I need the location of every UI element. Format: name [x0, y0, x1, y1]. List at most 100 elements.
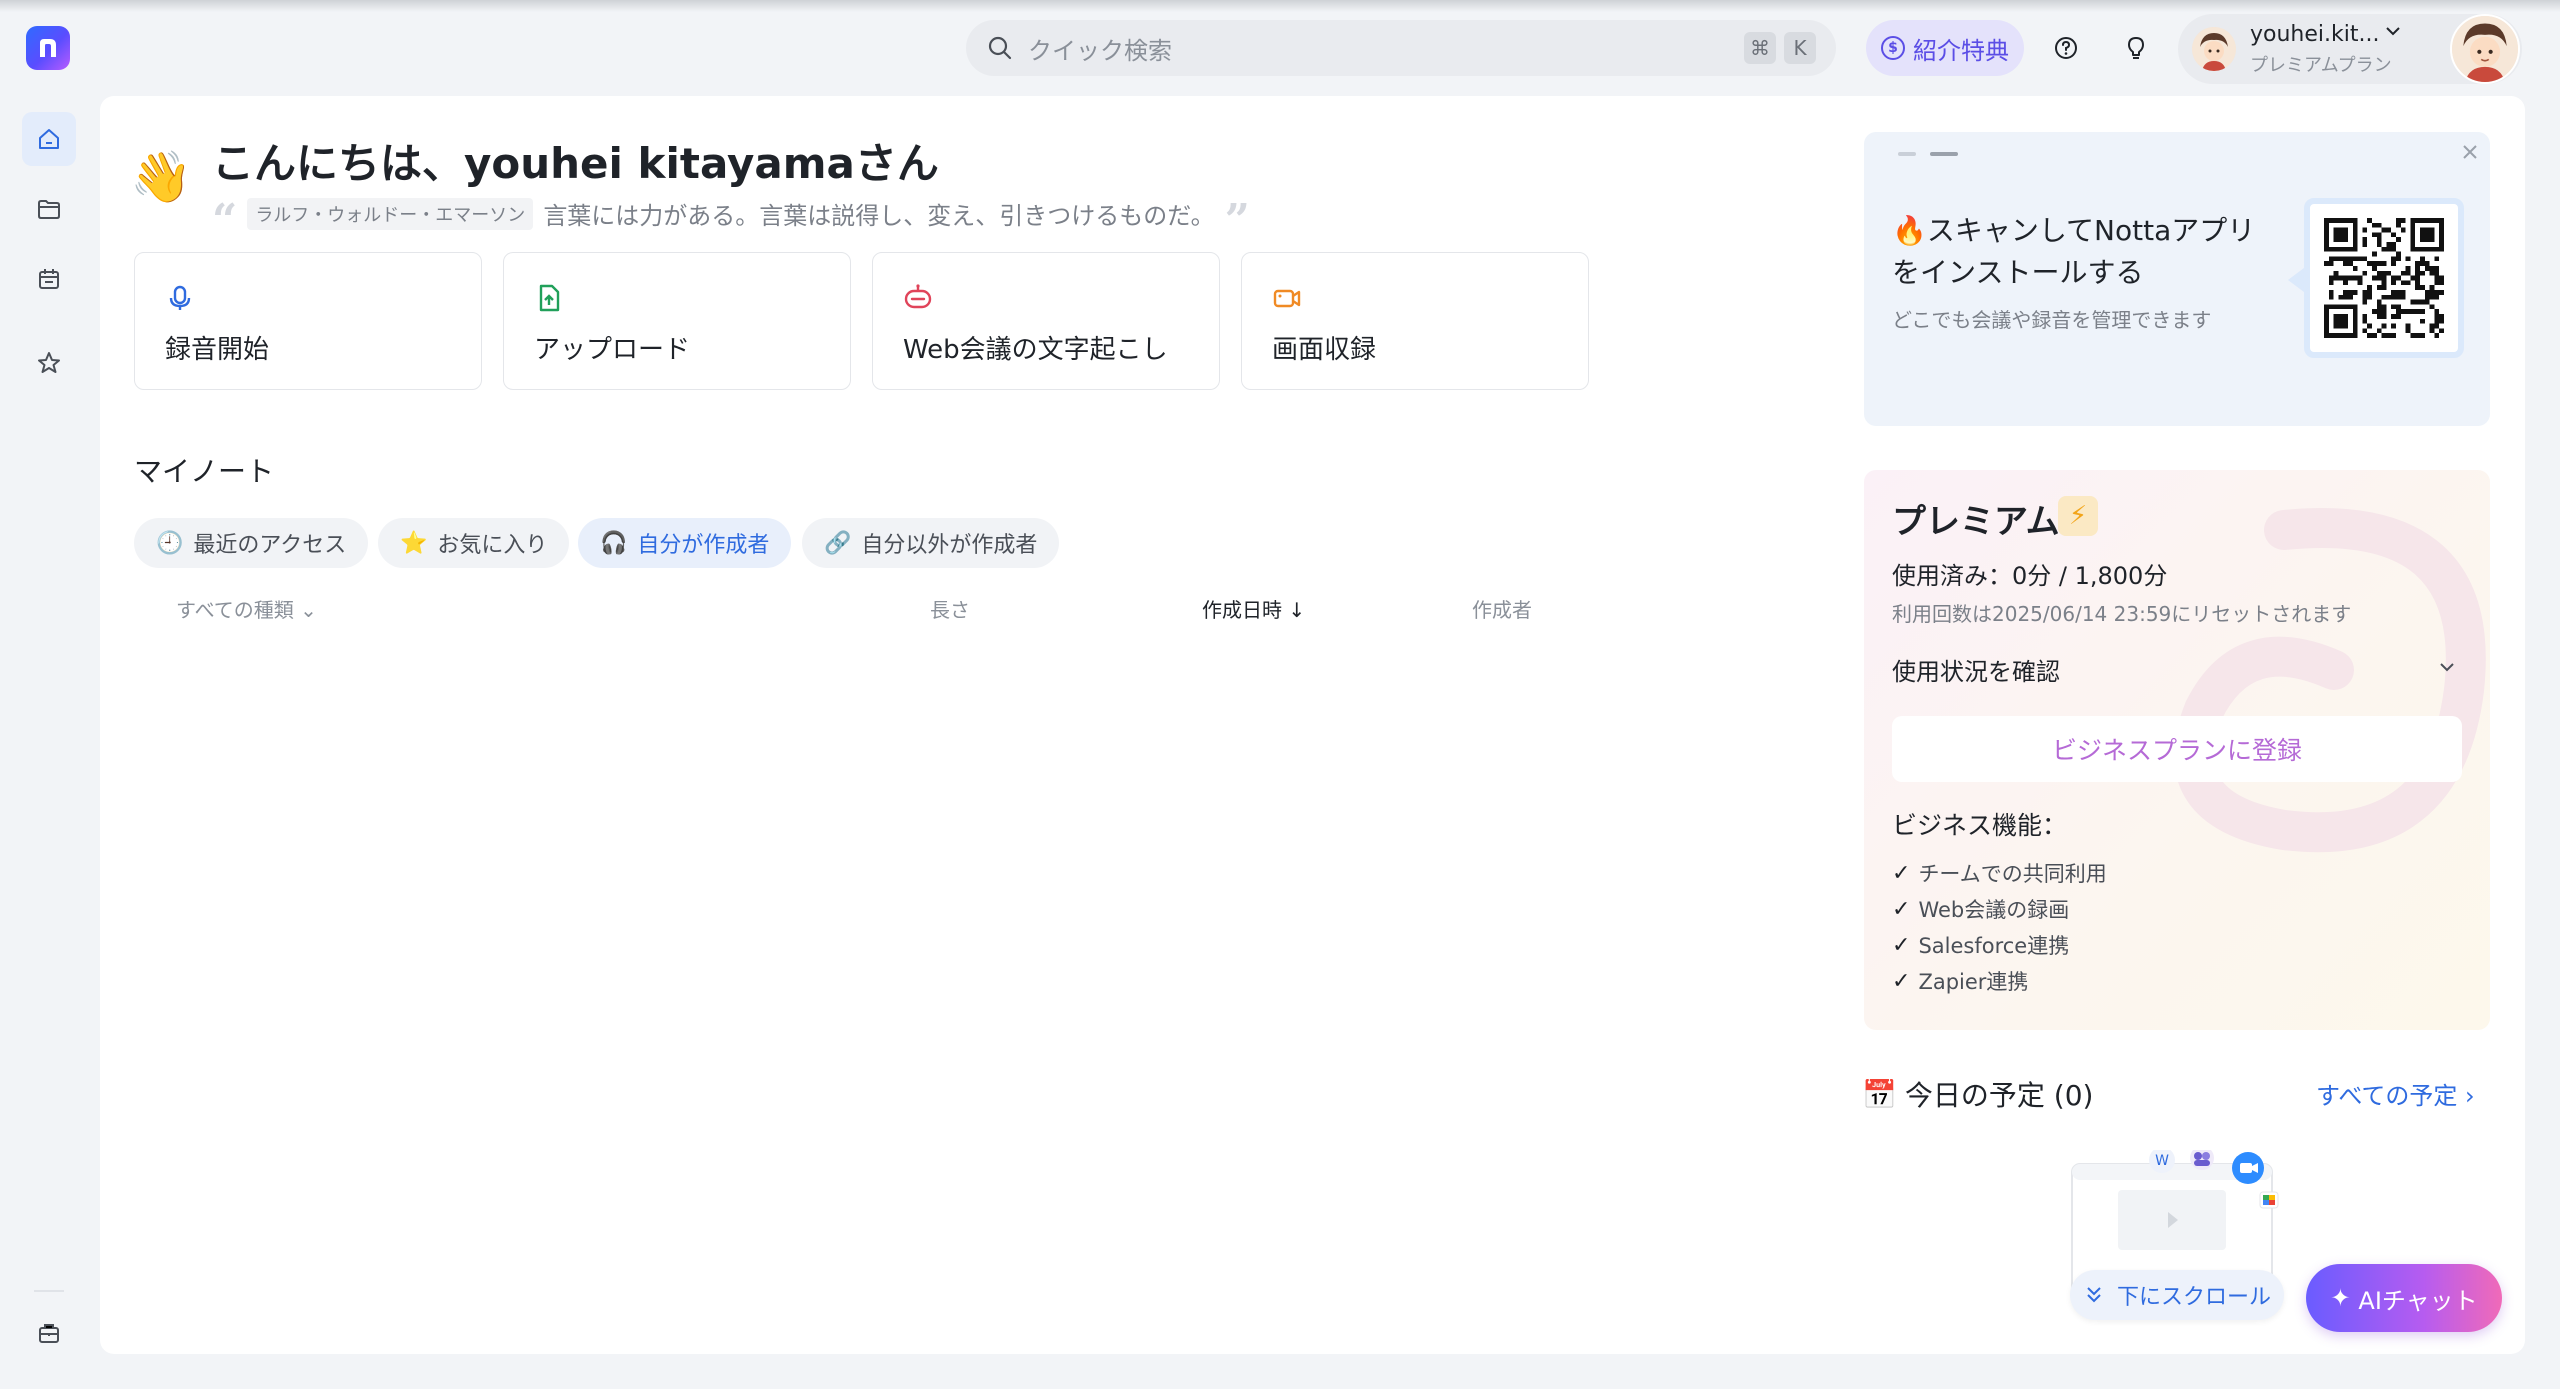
- sparkle-icon: ✦: [2330, 1284, 2351, 1312]
- usage-minutes: 使用済み：0分 / 1,800分: [1892, 562, 2168, 590]
- referral-button[interactable]: $ 紹介特典: [1866, 20, 2024, 76]
- sort-arrow-icon: ↓: [1288, 598, 1306, 622]
- open-quote-icon: “: [212, 194, 238, 246]
- column-creator[interactable]: 作成者: [1472, 594, 1532, 623]
- help-icon: [2055, 37, 2077, 59]
- microphone-icon: [169, 285, 191, 310]
- ai-chat-button[interactable]: ✦ AIチャット: [2306, 1264, 2502, 1332]
- profile-avatar[interactable]: [2450, 14, 2520, 84]
- checkmark-icon: ✓: [1892, 968, 1911, 994]
- search-icon: [988, 36, 1012, 60]
- app-install-title-text: スキャンしてNottaアプリをインストールする: [1892, 214, 2256, 289]
- account-avatar: [2192, 27, 2236, 71]
- filter-recent-label: 最近のアクセス: [193, 533, 347, 558]
- home-icon: [39, 129, 59, 149]
- scroll-down-button[interactable]: 下にスクロール: [2070, 1270, 2284, 1320]
- web-meeting-transcription-card[interactable]: Web会議の文字起こし: [872, 252, 1220, 390]
- chevron-down-icon[interactable]: [2436, 656, 2458, 678]
- column-created-date[interactable]: 作成日時 ↓: [1202, 594, 1305, 623]
- screen-recording-card[interactable]: 画面収録: [1241, 252, 1589, 390]
- svg-text:W: W: [2155, 1153, 2169, 1169]
- headphones-icon: 🎧: [600, 530, 628, 556]
- all-schedules-link[interactable]: すべての予定 ›: [2316, 1076, 2475, 1111]
- carousel-dot-active[interactable]: [1930, 152, 1958, 156]
- filter-favorites[interactable]: ⭐ お気に入り: [378, 518, 570, 568]
- notta-logo[interactable]: [26, 26, 70, 70]
- column-type-label: すべての種類: [176, 598, 294, 622]
- filter-created-by-me-label: 自分が作成者: [637, 533, 770, 558]
- filter-created-by-others[interactable]: 🔗 自分以外が作成者: [802, 518, 1060, 568]
- avatar-illustration-icon: [2192, 27, 2236, 71]
- calendar-icon: [39, 269, 59, 289]
- account-plan: プレミアムプラン: [2250, 54, 2392, 76]
- shortcut-cmd-key: ⌘: [1744, 32, 1776, 64]
- nav-favorites[interactable]: [22, 336, 76, 390]
- upload-label: アップロード: [534, 335, 691, 365]
- avatar-illustration-icon: [2452, 16, 2518, 82]
- lightning-icon: ⚡: [2058, 496, 2098, 536]
- feature-label: Salesforce連携: [1918, 934, 2070, 958]
- filter-created-by-others-label: 自分以外が作成者: [861, 533, 1038, 558]
- briefcase-icon: [39, 1324, 59, 1343]
- quick-search-input[interactable]: クイック検索 ⌘ K: [966, 20, 1836, 76]
- carousel-dot[interactable]: [1898, 152, 1916, 156]
- feature-label: チームでの共同利用: [1918, 862, 2107, 886]
- checkmark-icon: ✓: [1892, 896, 1911, 922]
- account-name: youhei.kit...: [2250, 21, 2380, 47]
- scroll-down-label: 下にスクロール: [2116, 1285, 2271, 1310]
- feature-item: ✓ チームでの共同利用: [1892, 858, 2107, 888]
- app-install-title: 🔥スキャンしてNottaアプリをインストールする: [1892, 210, 2262, 294]
- help-button[interactable]: [2046, 28, 2086, 68]
- today-schedule-label: 今日の予定 (0): [1904, 1079, 2094, 1112]
- ai-chat-label: AIチャット: [2358, 1286, 2478, 1315]
- daily-quote: “ ラルフ・ウォルドー・エマーソン 言葉には力がある。言葉は説得し、変え、引きつ…: [212, 194, 1250, 246]
- business-plan-button[interactable]: ビジネスプランに登録: [1892, 716, 2462, 782]
- meeting-bot-icon: [904, 284, 932, 309]
- checkmark-icon: ✓: [1892, 860, 1911, 886]
- business-features-title: ビジネス機能：: [1892, 811, 2068, 840]
- quote-author: ラルフ・ウォルドー・エマーソン: [247, 197, 534, 230]
- feature-item: ✓ Salesforce連携: [1892, 930, 2069, 960]
- nav-workspace[interactable]: [22, 1306, 76, 1360]
- waving-hand-icon: 👋: [130, 148, 193, 206]
- fire-icon: 🔥: [1892, 214, 1927, 247]
- chevron-right-icon: ›: [2465, 1082, 2475, 1110]
- link-icon: 🔗: [824, 530, 852, 556]
- nav-folders[interactable]: [22, 182, 76, 236]
- video-camera-icon: [1273, 289, 1301, 308]
- usage-reset-note: 利用回数は2025/06/14 23:59にリセットされます: [1892, 602, 2352, 626]
- type-filter-dropdown[interactable]: すべての種類 ⌄: [176, 594, 317, 623]
- lightbulb-icon: [2128, 37, 2144, 59]
- start-recording-card[interactable]: 録音開始: [134, 252, 482, 390]
- close-quote-icon: ”: [1224, 194, 1250, 246]
- usage-details-toggle[interactable]: 使用状況を確認: [1892, 652, 2060, 687]
- tips-button[interactable]: [2116, 28, 2156, 68]
- premium-title: プレミアム: [1892, 502, 2060, 542]
- all-schedules-label: すべての予定: [2316, 1082, 2458, 1110]
- referral-label: 紹介特典: [1913, 36, 2009, 65]
- folder-icon: [38, 200, 60, 219]
- my-notes-title: マイノート: [134, 455, 275, 488]
- chevron-down-icon[interactable]: [2382, 20, 2404, 42]
- search-placeholder: クイック検索: [1028, 36, 1172, 65]
- rail-divider: [34, 1290, 64, 1292]
- web-meeting-transcription-label: Web会議の文字起こし: [903, 335, 1168, 365]
- qr-code-icon: [2324, 218, 2444, 338]
- filter-created-by-me[interactable]: 🎧 自分が作成者: [578, 518, 792, 568]
- star-icon: ⭐: [400, 530, 428, 556]
- column-length[interactable]: 長さ: [930, 594, 970, 623]
- chevron-down-icon: ⌄: [300, 598, 317, 622]
- feature-item: ✓ Web会議の録画: [1892, 894, 2069, 924]
- carousel-indicator: [1898, 152, 1958, 156]
- filter-favorites-label: お気に入り: [437, 533, 548, 558]
- window-top-edge: [0, 0, 2560, 12]
- upload-card[interactable]: アップロード: [503, 252, 851, 390]
- start-recording-label: 録音開始: [165, 335, 270, 365]
- nav-home[interactable]: [22, 112, 76, 166]
- close-icon[interactable]: [2458, 140, 2482, 164]
- feature-label: Zapier連携: [1918, 970, 2029, 994]
- qr-code: [2304, 198, 2464, 358]
- nav-calendar[interactable]: [22, 252, 76, 306]
- quote-text: 言葉には力がある。言葉は説得し、変え、引きつけるものだ。: [543, 202, 1215, 230]
- filter-recent[interactable]: 🕘 最近のアクセス: [134, 518, 369, 568]
